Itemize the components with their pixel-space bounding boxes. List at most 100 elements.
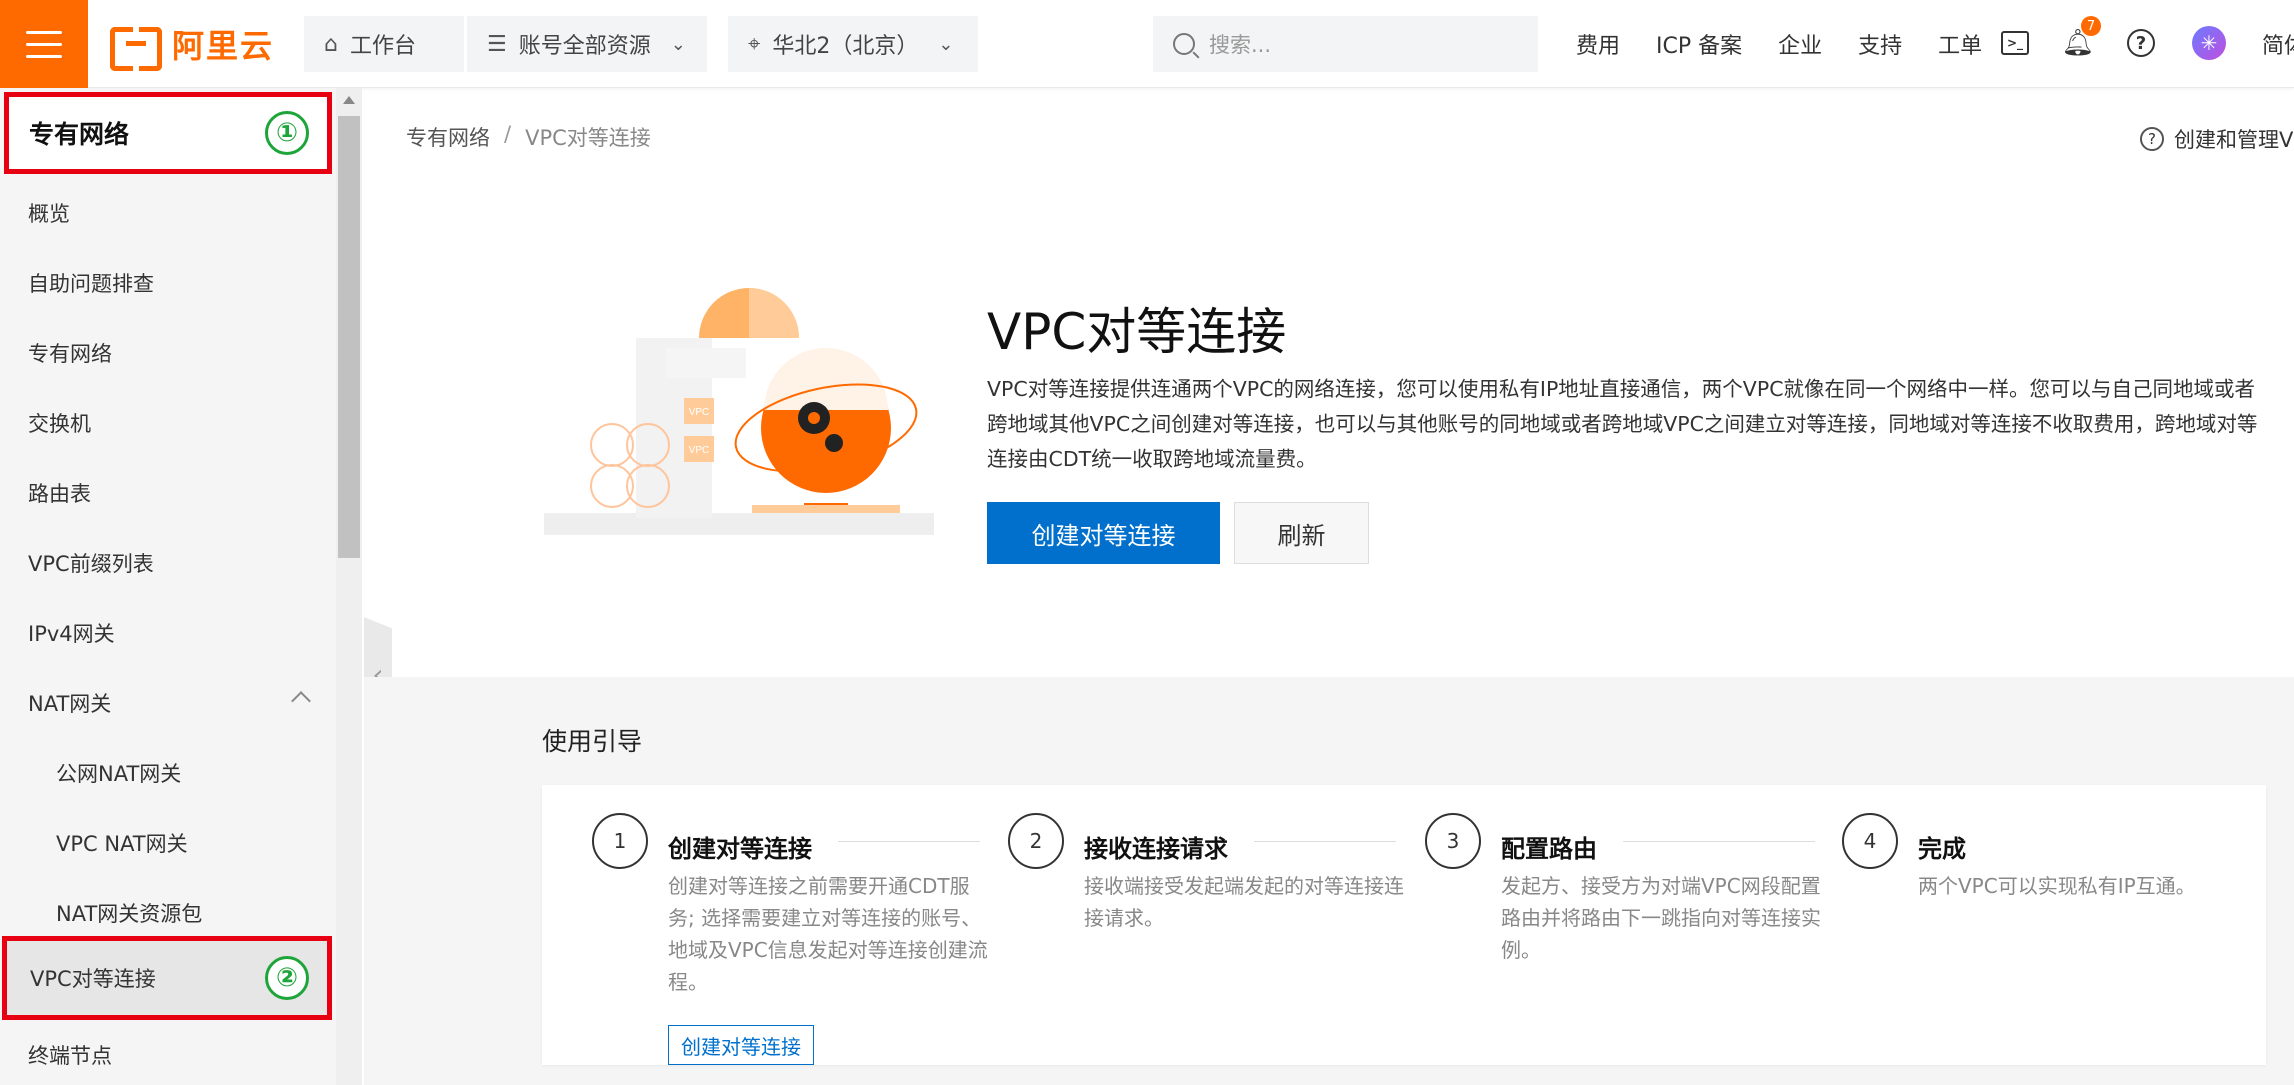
sidebar-item-prefix-list[interactable]: VPC前缀列表	[0, 528, 336, 598]
sidebar-item-vpc[interactable]: 专有网络	[0, 318, 336, 388]
sidebar-item-label: IPv4网关	[28, 622, 115, 646]
nav-link-enterprise[interactable]: 企业	[1778, 28, 1822, 60]
region-select[interactable]: ⌖ 华北2（北京） ⌄	[728, 16, 978, 72]
cloud-shell-button[interactable]: >_	[1998, 26, 2032, 60]
search-icon	[1173, 33, 1195, 55]
step-title: 创建对等连接	[668, 835, 812, 863]
illus-stand-base	[752, 505, 900, 513]
sidebar-item-vpc-nat[interactable]: VPC NAT网关	[0, 808, 336, 878]
logo[interactable]: 阿里云	[110, 22, 275, 71]
logo-text: 阿里云	[172, 27, 275, 65]
sidebar-item-label: 终端节点	[28, 1044, 112, 1068]
sidebar-item-vswitch[interactable]: 交换机	[0, 388, 336, 458]
location-pin-icon: ⌖	[748, 31, 761, 57]
question-icon: ?	[2140, 127, 2164, 151]
page-title: VPC对等连接	[987, 303, 1287, 361]
sidebar-item-ipv4-gateway[interactable]: IPv4网关	[0, 598, 336, 668]
create-peering-button[interactable]: 创建对等连接	[987, 502, 1220, 564]
user-avatar-button[interactable]: ✳	[2192, 26, 2226, 60]
step-number: 4	[1842, 813, 1898, 869]
sidebar-item-label: 交换机	[28, 412, 91, 436]
step-description: 两个VPC可以实现私有IP互通。	[1918, 874, 2196, 898]
step-number: 2	[1008, 813, 1064, 869]
step-title: 配置路由	[1501, 835, 1597, 863]
vpc-peering-illustration: VPC VPC	[544, 288, 934, 535]
sidebar-item-self-troubleshoot[interactable]: 自助问题排查	[0, 248, 336, 318]
nav-link-icp[interactable]: ICP 备案	[1656, 28, 1742, 60]
stack-icon: ☰	[487, 31, 507, 57]
chevron-down-icon: ⌄	[938, 33, 954, 55]
help-button[interactable]: ?	[2124, 26, 2158, 60]
resource-group-select[interactable]: ☰ 账号全部资源 ⌄	[467, 16, 707, 72]
refresh-button[interactable]: 刷新	[1234, 502, 1369, 564]
step-number: 1	[592, 813, 648, 869]
illus-base	[544, 513, 934, 535]
illus-quarter-disc	[749, 288, 799, 338]
sidebar-item-endpoint[interactable]: 终端节点	[0, 1020, 336, 1085]
question-icon: ?	[2127, 29, 2155, 57]
step-title: 完成	[1918, 835, 1966, 863]
top-bar: 阿里云 ⌂ 工作台 ☰ 账号全部资源 ⌄ ⌖ 华北2（北京） ⌄ 搜索... 费…	[0, 0, 2294, 88]
aliyun-logo-icon	[110, 27, 162, 71]
chevron-up-icon	[291, 691, 311, 711]
sidebar-item-label: 概览	[28, 202, 70, 226]
nav-link-support[interactable]: 支持	[1858, 28, 1902, 60]
breadcrumb-root[interactable]: 专有网络	[406, 122, 490, 152]
nav-link-ticket[interactable]: 工单	[1938, 28, 1982, 60]
step-connector	[1623, 841, 1815, 842]
workbench-label: 工作台	[349, 34, 416, 59]
sidebar-item-label: 公网NAT网关	[56, 762, 182, 786]
top-nav-links: 费用 ICP 备案 企业 支持 工单	[1576, 0, 1982, 88]
help-doc-link[interactable]: ? 创建和管理VPC	[2140, 124, 2294, 154]
menu-icon[interactable]	[0, 0, 88, 88]
language-switch[interactable]: 简体	[2262, 28, 2294, 60]
step-connector	[838, 841, 980, 842]
breadcrumb: 专有网络 / VPC对等连接	[406, 122, 651, 152]
step-description: 发起方、接受方为对端VPC网段配置路由并将路由下一跳指向对等连接实例。	[1501, 874, 1821, 962]
step-connector	[1254, 841, 1396, 842]
scroll-up-arrow-icon[interactable]	[343, 96, 355, 104]
sidebar-item-label: NAT网关	[28, 692, 112, 716]
sidebar-item-label: VPC NAT网关	[56, 832, 188, 856]
chevron-down-icon: ⌄	[670, 33, 686, 55]
sidebar-item-route-table[interactable]: 路由表	[0, 458, 336, 528]
sidebar-item-nat-gateway[interactable]: NAT网关	[0, 668, 336, 738]
breadcrumb-current: VPC对等连接	[525, 126, 651, 150]
illus-gear-hub	[808, 412, 820, 424]
sidebar-item-label: 自助问题排查	[28, 272, 154, 296]
resource-group-label: 账号全部资源	[518, 34, 651, 59]
avatar: ✳	[2192, 26, 2226, 60]
illus-vpc-label-1: VPC	[689, 407, 710, 418]
guide-card: 1 创建对等连接 创建对等连接之前需要开通CDT服务; 选择需要建立对等连接的账…	[542, 785, 2266, 1065]
sidebar-title-label: 专有网络	[29, 120, 130, 149]
sidebar: 专有网络 ① 概览 自助问题排查 专有网络 交换机 路由表 VPC前缀列表 IP…	[0, 88, 336, 1085]
step-create-peering-link[interactable]: 创建对等连接	[668, 1025, 814, 1065]
workbench-button[interactable]: ⌂ 工作台	[304, 16, 464, 72]
sidebar-item-vpc-peering[interactable]: VPC对等连接 ②	[2, 936, 332, 1020]
scrollbar-thumb[interactable]	[338, 116, 360, 558]
region-label: 华北2（北京）	[772, 34, 919, 59]
sidebar-scrollbar[interactable]	[336, 88, 362, 1085]
guide-title: 使用引导	[542, 727, 643, 756]
breadcrumb-separator: /	[504, 122, 512, 146]
nav-link-billing[interactable]: 费用	[1576, 28, 1620, 60]
search-placeholder: 搜索...	[1209, 33, 1272, 57]
sidebar-item-overview[interactable]: 概览	[0, 178, 336, 248]
sidebar-item-label: 路由表	[28, 482, 91, 506]
sidebar-item-label: 专有网络	[28, 342, 112, 366]
help-doc-label: 创建和管理VPC	[2174, 128, 2294, 152]
home-icon: ⌂	[324, 31, 338, 57]
sidebar-title: 专有网络 ①	[4, 92, 332, 174]
page-description: VPC对等连接提供连通两个VPC的网络连接，您可以使用私有IP地址直接通信，两个…	[987, 377, 2258, 471]
sidebar-item-public-nat[interactable]: 公网NAT网关	[0, 738, 336, 808]
step-marker-2: ②	[265, 956, 309, 1000]
search-input[interactable]: 搜索...	[1153, 16, 1538, 72]
step-number: 3	[1425, 813, 1481, 869]
step-description: 接收端接受发起端发起的对等连接连接请求。	[1084, 874, 1404, 930]
step-title: 接收连接请求	[1084, 835, 1228, 863]
notification-button[interactable]: 🔔︎ 7	[2061, 16, 2101, 60]
illus-building-top	[666, 348, 746, 378]
notification-badge: 7	[2081, 16, 2101, 36]
sidebar-item-label: VPC前缀列表	[28, 552, 154, 576]
step-description: 创建对等连接之前需要开通CDT服务; 选择需要建立对等连接的账号、地域及VPC信…	[668, 874, 988, 994]
